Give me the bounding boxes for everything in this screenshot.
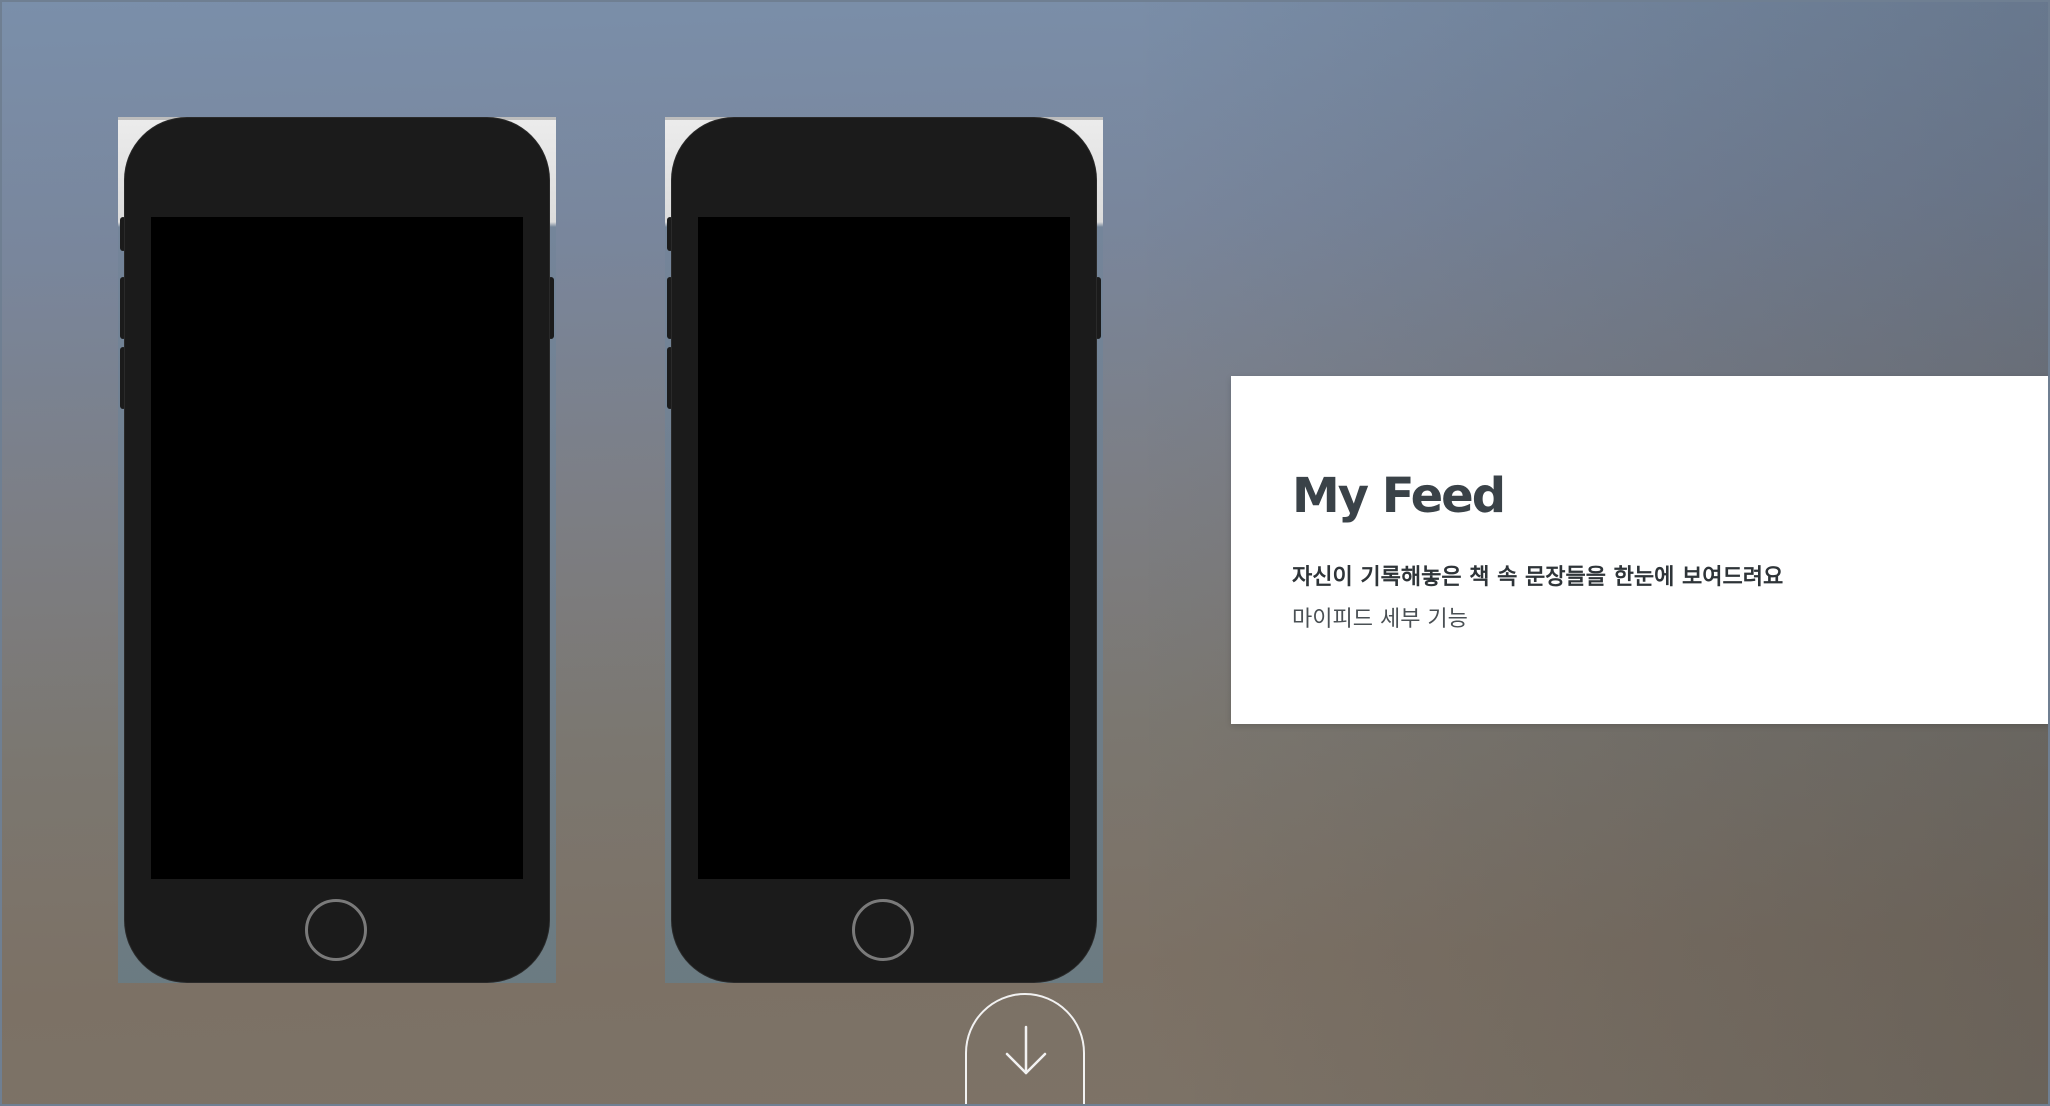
phone-mockup-2 [665, 117, 1103, 983]
phone-screen [698, 217, 1070, 879]
phone-mockup-1 [118, 117, 556, 983]
feature-title: My Feed [1292, 468, 1506, 524]
scroll-down-button[interactable] [965, 993, 1085, 1106]
phone-body [125, 118, 549, 982]
home-button [305, 899, 367, 961]
phone-screen [151, 217, 523, 879]
home-button [852, 899, 914, 961]
phone-body [672, 118, 1096, 982]
feature-subtitle: 마이피드 세부 기능 [1292, 607, 1468, 632]
page: { "feature": { "title": "My Feed", "desc… [0, 0, 2050, 1106]
feature-card: My Feed 자신이 기록해놓은 책 속 문장들을 한눈에 보여드려요 마이피… [1231, 376, 2050, 724]
arrow-down-icon [1005, 1025, 1047, 1075]
feature-description: 자신이 기록해놓은 책 속 문장들을 한눈에 보여드려요 [1292, 565, 1784, 590]
